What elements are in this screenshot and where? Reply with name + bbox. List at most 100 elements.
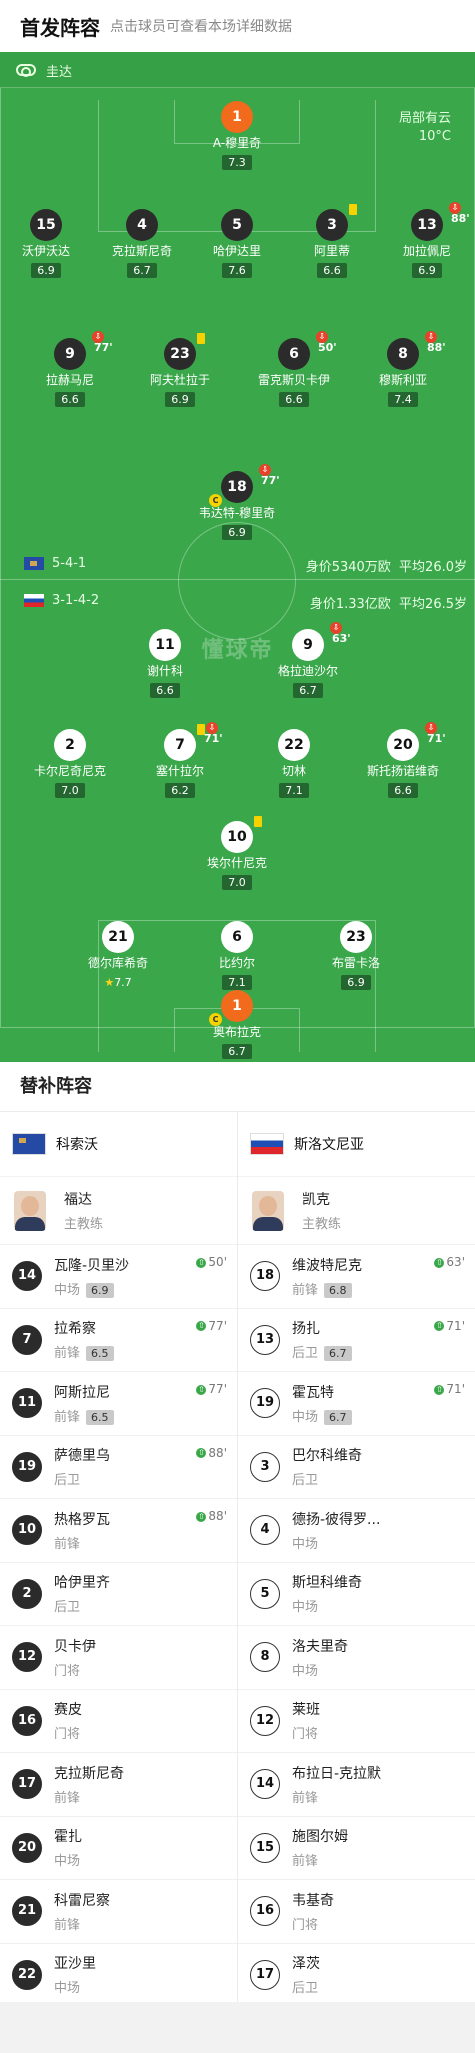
player-kosovo-9[interactable]: 9 ⇩ 77' 拉赫马尼 6.6 <box>15 331 125 407</box>
player-slovenia-10[interactable]: 10 埃尔什尼克 7.0 <box>182 816 292 890</box>
player-name: 泽茨 <box>292 1956 320 1973</box>
temperature: 10°C <box>418 129 451 144</box>
player-kosovo-23[interactable]: 23 阿夫杜拉于 6.9 <box>125 333 235 407</box>
player-name: 比约尔 <box>218 956 255 970</box>
player-slovenia-6[interactable]: 6 比约尔 7.1 <box>182 921 292 990</box>
bench-player-row[interactable]: 22 亚沙里中场 <box>0 1942 237 2007</box>
player-rating: 7.1 <box>279 783 309 798</box>
player-slovenia-2[interactable]: 2 卡尔尼奇尼克 7.0 <box>15 729 125 798</box>
player-position: 门将 <box>54 1727 81 1743</box>
shirt-number: 11 <box>149 629 181 661</box>
player-slovenia-9[interactable]: 9 ⇩ 63' 格拉迪沙尔 6.7 <box>253 622 363 698</box>
player-slovenia-22[interactable]: 22 切林 7.1 <box>239 729 349 798</box>
bench-player-row[interactable]: 11 阿斯拉尼 前锋 6.5 ⇧ 77' <box>0 1371 237 1435</box>
sub-in-minute: 71' <box>446 1318 465 1333</box>
sub-time: 71' <box>204 732 223 745</box>
team-name: 斯洛文尼亚 <box>294 1137 364 1153</box>
shirt-number: 14 <box>250 1769 280 1800</box>
slovenia-formation: 3-1-4-2 <box>24 593 99 608</box>
bench-player-row[interactable]: 13 扬扎 后卫 6.7 ⇧ 71' <box>238 1307 475 1372</box>
kosovo-formation: 5-4-1 <box>24 556 86 571</box>
player-slovenia-23[interactable]: 23 布雷卡洛 6.9 <box>301 921 411 990</box>
coach-name: 凯克 <box>302 1192 330 1208</box>
shirt-number: 13 <box>250 1324 280 1355</box>
bench-player-row[interactable]: 21 科雷尼察 前锋 <box>0 1879 237 1943</box>
bench-player-row[interactable]: 20 霍扎 中场 <box>0 1815 237 1880</box>
player-kosovo-4[interactable]: 4 克拉斯尼奇 6.7 <box>87 209 197 278</box>
player-position: 后卫 <box>54 1473 81 1489</box>
player-kosovo-3[interactable]: 3 阿里蒂 6.6 <box>277 204 387 278</box>
player-name: 穆斯利亚 <box>378 373 427 387</box>
player-name: 阿里蒂 <box>313 244 350 258</box>
bench-player-row[interactable]: 18 维波特尼克 前锋 6.8 ⇧ 63' <box>238 1244 475 1308</box>
shirt-number: 3 <box>316 204 357 241</box>
shirt-number: 22 <box>12 1959 42 1990</box>
shirt-number-text: 10 <box>227 829 247 845</box>
player-info: 维波特尼克 前锋 6.8 <box>292 1255 362 1298</box>
player-position: 中场 <box>292 1663 319 1679</box>
sub-in-minute: 77' <box>208 1318 227 1333</box>
player-slovenia-gk[interactable]: 1 C 奥布拉克 6.7 <box>182 990 292 1059</box>
bench-team-header: 科索沃 <box>0 1112 237 1176</box>
player-kosovo-gk[interactable]: 1 A-穆里奇 7.3 <box>182 101 292 170</box>
player-name: 哈伊达里 <box>212 244 261 258</box>
bench-player-row[interactable]: 3 巴尔科维奇 后卫 <box>238 1434 475 1499</box>
player-position-line: 前锋 <box>292 1850 348 1869</box>
coach-row[interactable]: 福达 主教练 <box>0 1176 237 1244</box>
player-info: 阿斯拉尼 前锋 6.5 <box>54 1382 114 1425</box>
player-info: 巴尔科维奇 后卫 <box>292 1445 362 1488</box>
bench-player-row[interactable]: 15 施图尔姆 前锋 <box>238 1815 475 1880</box>
bench-player-row[interactable]: 17 克拉斯尼奇 前锋 <box>0 1752 237 1816</box>
bench-player-row[interactable]: 16 韦基奇 门将 <box>238 1879 475 1943</box>
player-kosovo-8[interactable]: 8 ⇩ 88' 穆斯利亚 7.4 <box>348 331 458 407</box>
player-name: 布雷卡洛 <box>331 956 380 970</box>
bench-player-row[interactable]: 8 洛夫里奇 中场 <box>238 1625 475 1689</box>
bench-player-row[interactable]: 2 哈伊里齐 后卫 <box>0 1561 237 1626</box>
player-kosovo-13[interactable]: 13 ⇩ 88' 加拉佩尼 6.9 <box>372 202 475 278</box>
player-kosovo-6[interactable]: 6 ⇩ 50' 雷克斯贝卡伊 6.6 <box>239 331 349 407</box>
bench-player-row[interactable]: 14 瓦隆-贝里沙 中场 6.9 ⇧ 50' <box>0 1244 237 1308</box>
shirt-number: 8 <box>250 1642 280 1673</box>
player-name: 贝卡伊 <box>54 1638 96 1655</box>
player-position: 后卫 <box>292 1346 319 1362</box>
player-slovenia-20[interactable]: 20 ⇩ 71' 斯托扬诺维奇 6.6 <box>348 722 458 798</box>
bench-player-row[interactable]: 10 热格罗瓦 前锋 ⇧ 88' <box>0 1498 237 1562</box>
captain-badge-icon: C <box>209 1013 222 1026</box>
bench-player-row[interactable]: 12 贝卡伊 门将 <box>0 1625 237 1689</box>
player-position: 中场 <box>54 1981 81 1997</box>
player-name: 亚沙里 <box>54 1956 96 1973</box>
player-slovenia-21[interactable]: 21 德尔库希奇 ★7.7 <box>63 921 173 990</box>
player-kosovo-5[interactable]: 5 哈伊达里 7.6 <box>182 209 292 278</box>
formation-text: 5-4-1 <box>52 556 87 571</box>
bench-player-row[interactable]: 19 萨德里乌 后卫 ⇧ 88' <box>0 1434 237 1499</box>
shirt-number: 11 <box>12 1388 42 1419</box>
player-info: 贝卡伊 门将 <box>54 1636 96 1679</box>
player-slovenia-7[interactable]: 7 ⇩ 71' 塞什拉尔 6.2 <box>125 722 235 798</box>
bench-player-row[interactable]: 5 斯坦科维奇 中场 <box>238 1561 475 1626</box>
bench-player-row[interactable]: 4 德扬-彼得罗... 中场 <box>238 1498 475 1562</box>
player-info: 热格罗瓦 前锋 <box>54 1509 110 1552</box>
sub-on-icon: ⇧ <box>434 1384 445 1395</box>
shirt-number: 2 <box>12 1578 42 1609</box>
player-rating: 6.9 <box>86 1282 114 1298</box>
sub-in-minute: 77' <box>208 1382 227 1396</box>
shirt-number-text: 20 <box>393 737 413 753</box>
bench-player-row[interactable]: 16 赛皮 门将 <box>0 1688 237 1753</box>
shirt-number: 21 <box>102 921 134 953</box>
player-kosovo-15[interactable]: 15 沃伊沃达 6.9 <box>0 209 101 278</box>
bench-player-row[interactable]: 12 莱班 门将 <box>238 1688 475 1753</box>
bench-player-row[interactable]: 17 泽茨 后卫 <box>238 1942 475 2007</box>
player-name: 雷克斯贝卡伊 <box>257 373 330 387</box>
player-name: 韦达特-穆里奇 <box>198 506 276 520</box>
shirt-number-text: 18 <box>227 479 247 495</box>
player-kosovo-18[interactable]: 18 ⇩ 77' C 韦达特-穆里奇 6.9 <box>182 464 292 540</box>
coach-row[interactable]: 凯克 主教练 <box>238 1176 475 1244</box>
bench-player-row[interactable]: 7 拉希察 前锋 6.5 ⇧ 77' <box>0 1307 237 1372</box>
player-name: 科雷尼察 <box>54 1892 110 1909</box>
player-name: 霍扎 <box>54 1829 82 1846</box>
player-slovenia-11[interactable]: 11 谢什科 6.6 <box>110 629 220 698</box>
bench-player-row[interactable]: 19 霍瓦特 中场 6.7 ⇧ 71' <box>238 1371 475 1435</box>
sub-in-minute: 71' <box>446 1382 465 1396</box>
bench-player-row[interactable]: 14 布拉日-克拉默 前锋 <box>238 1752 475 1816</box>
shirt-number: 21 <box>12 1896 42 1927</box>
